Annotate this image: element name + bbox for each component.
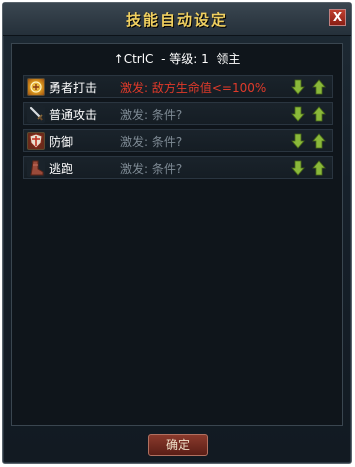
skill-row[interactable]: 普通攻击 激发: 条件? xyxy=(23,102,333,125)
character-info-line: ↑CtrlC - 等级: 1 领主 xyxy=(12,50,342,67)
move-down-icon[interactable] xyxy=(291,160,305,176)
shield-icon xyxy=(27,132,45,150)
move-down-icon[interactable] xyxy=(291,133,305,149)
level-text: - 等级: 1 领主 xyxy=(153,52,241,66)
skill-trigger-condition[interactable]: 激发: 敌方生命值<=100% xyxy=(120,79,266,96)
close-icon: X xyxy=(332,10,343,24)
hotkey-label: ↑CtrlC xyxy=(113,52,154,66)
skill-row[interactable]: 防御 激发: 条件? xyxy=(23,129,333,152)
move-down-icon[interactable] xyxy=(291,79,305,95)
move-up-icon[interactable] xyxy=(312,133,326,149)
confirm-button[interactable]: 确定 xyxy=(148,434,208,456)
move-up-icon[interactable] xyxy=(312,160,326,176)
skill-name: 防御 xyxy=(49,135,74,149)
skill-list-panel: ↑CtrlC - 等级: 1 领主 勇者打击 激发: 敌方生命值<=100% 普… xyxy=(11,43,343,426)
move-up-icon[interactable] xyxy=(312,79,326,95)
skill-name: 勇者打击 xyxy=(49,81,98,95)
title-bar: 技能自动设定 X xyxy=(3,3,351,36)
skill-trigger-condition[interactable]: 激发: 条件? xyxy=(120,106,182,123)
skill-name: 普通攻击 xyxy=(49,108,98,122)
skill-row[interactable]: 勇者打击 激发: 敌方生命值<=100% xyxy=(23,75,333,98)
boot-icon xyxy=(27,159,45,177)
close-button[interactable]: X xyxy=(329,9,346,26)
move-down-icon[interactable] xyxy=(291,106,305,122)
skill-row[interactable]: 逃跑 激发: 条件? xyxy=(23,156,333,179)
skill-trigger-condition[interactable]: 激发: 条件? xyxy=(120,160,182,177)
hero-strike-icon xyxy=(27,78,45,96)
skill-trigger-condition[interactable]: 激发: 条件? xyxy=(120,133,182,150)
sword-icon xyxy=(27,105,45,123)
dialog-title: 技能自动设定 xyxy=(125,11,228,29)
move-up-icon[interactable] xyxy=(312,106,326,122)
skill-auto-settings-dialog: 技能自动设定 X ↑CtrlC - 等级: 1 领主 勇者打击 激发: 敌方生命… xyxy=(2,2,352,464)
skill-name: 逃跑 xyxy=(49,162,74,176)
